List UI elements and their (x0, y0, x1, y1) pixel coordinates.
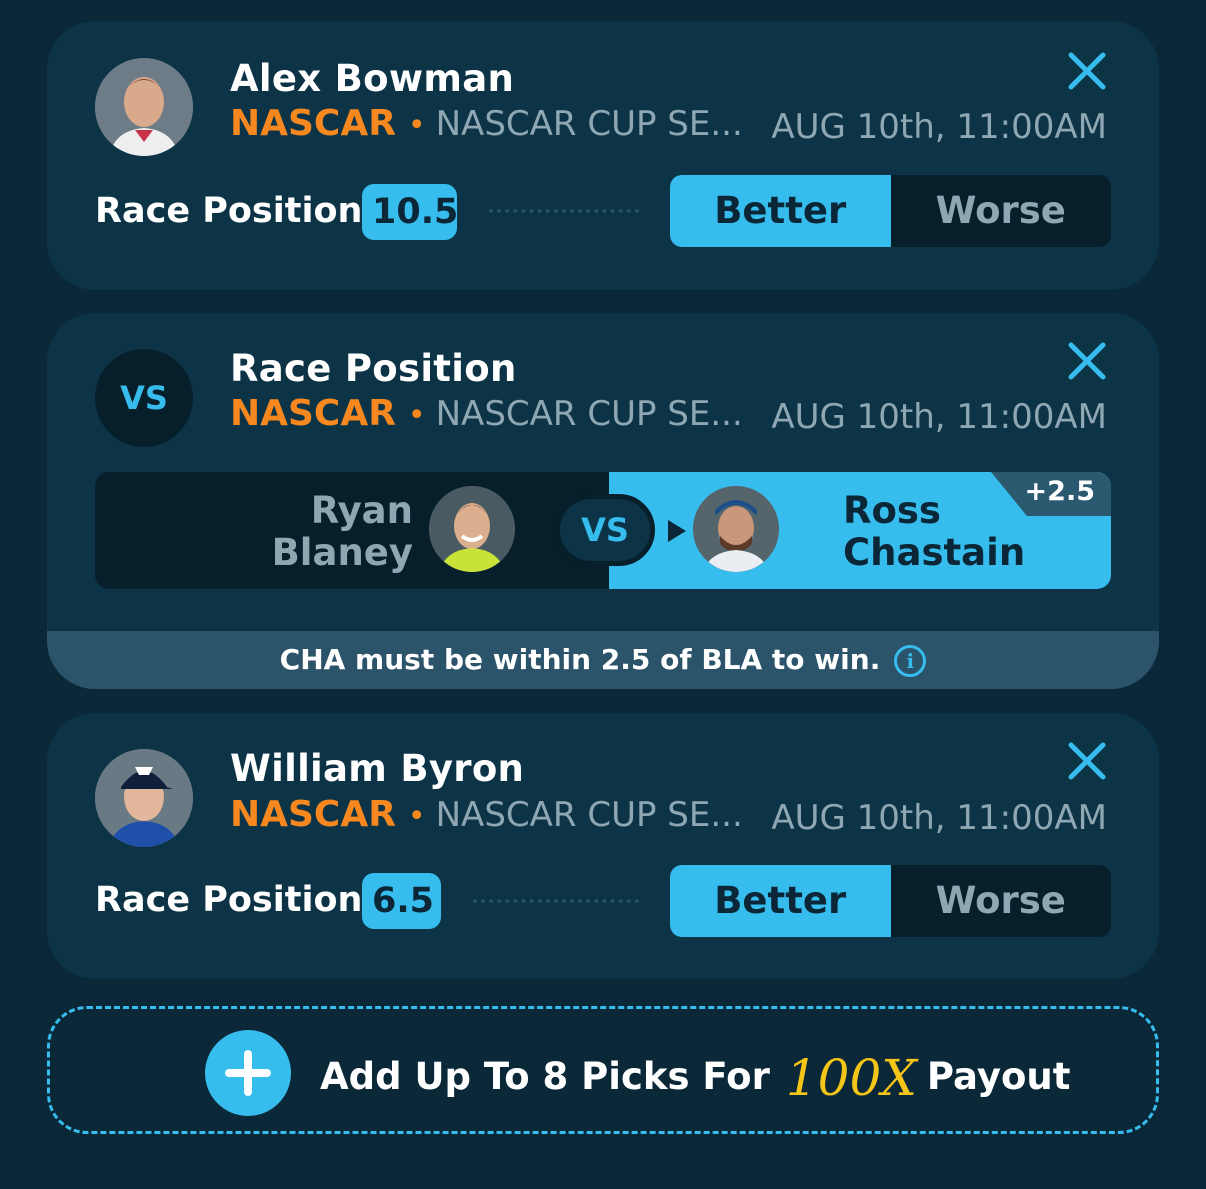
player-name: Alex Bowman (230, 57, 515, 100)
league-label: NASCAR (230, 103, 396, 144)
event-date: AUG 10th, 11:00AM (771, 397, 1107, 437)
series-label: NASCAR CUP SE... (435, 394, 743, 434)
left-player-last-name: Blaney (271, 531, 413, 574)
dotted-divider (489, 209, 639, 213)
stat-label: Race Position: (95, 880, 377, 920)
player-avatar (95, 749, 193, 847)
better-worse-toggle: Better Worse (670, 865, 1111, 937)
separator-dot: • (407, 799, 426, 834)
series-label: NASCAR CUP SE... (435, 795, 743, 835)
right-player-first-name: Ross (843, 489, 941, 532)
close-icon[interactable] (1067, 51, 1107, 91)
vs-center-badge: VS (555, 494, 655, 566)
payout-multiplier: 100X (785, 1049, 917, 1107)
pick-card-alex-bowman: Alex Bowman NASCAR • NASCAR CUP SE... AUG … (47, 21, 1159, 290)
add-picks-text-before: Add Up To 8 Picks For (320, 1055, 770, 1098)
close-icon[interactable] (1067, 341, 1107, 381)
event-date: AUG 10th, 11:00AM (771, 798, 1107, 838)
selection-arrow-icon (668, 520, 686, 542)
right-player-avatar[interactable] (693, 486, 779, 572)
plus-icon (225, 1050, 271, 1096)
right-player-last-name: Chastain (843, 531, 1026, 574)
event-date: AUG 10th, 11:00AM (771, 107, 1107, 147)
info-icon[interactable]: i (894, 645, 927, 677)
add-picks-text-after: Payout (926, 1055, 1071, 1098)
league-line: NASCAR • NASCAR CUP SE... (230, 794, 743, 835)
league-line: NASCAR • NASCAR CUP SE... (230, 103, 743, 144)
league-label: NASCAR (230, 794, 396, 835)
pick-card-race-position-matchup: VS Race Position NASCAR • NASCAR CUP SE...… (47, 313, 1159, 689)
left-player-name[interactable]: Ryan Blaney (272, 490, 413, 574)
league-label: NASCAR (230, 393, 396, 434)
stat-value-badge: 10.5 (362, 184, 458, 240)
better-button[interactable]: Better (670, 175, 891, 247)
worse-button[interactable]: Worse (890, 865, 1111, 937)
better-worse-toggle: Better Worse (670, 175, 1111, 247)
matchup-note-text: CHA must be within 2.5 of BLA to win. (279, 643, 881, 676)
separator-dot: • (407, 398, 426, 433)
league-line: NASCAR • NASCAR CUP SE... (230, 393, 743, 434)
add-picks-banner[interactable]: Add Up To 8 Picks For 100X Payout (47, 1006, 1159, 1134)
add-pick-button[interactable] (205, 1030, 291, 1116)
left-player-first-name: Ryan (310, 489, 413, 532)
stat-label: Race Position: (95, 191, 377, 231)
matchup-note: CHA must be within 2.5 of BLA to win. i (47, 631, 1159, 689)
player-name: William Byron (230, 747, 525, 790)
pick-card-william-byron: William Byron NASCAR • NASCAR CUP SE... AU… (47, 713, 1159, 979)
worse-button[interactable]: Worse (890, 175, 1111, 247)
separator-dot: • (407, 108, 426, 143)
stat-value-badge: 6.5 (362, 873, 441, 929)
right-player-name[interactable]: Ross Chastain (843, 490, 1025, 574)
left-player-avatar[interactable] (429, 486, 515, 572)
matchup-selector: Ryan Blaney +2.5 VS Ross Chastain (95, 472, 1111, 589)
add-picks-text: Add Up To 8 Picks For 100X Payout (320, 1043, 1071, 1107)
pick-title: Race Position (230, 347, 517, 390)
vs-badge: VS (95, 349, 193, 447)
series-label: NASCAR CUP SE... (435, 104, 743, 144)
dotted-divider (473, 899, 639, 903)
player-avatar (95, 58, 193, 156)
handicap-value: +2.5 (1024, 476, 1095, 507)
better-button[interactable]: Better (670, 865, 891, 937)
close-icon[interactable] (1067, 741, 1107, 781)
